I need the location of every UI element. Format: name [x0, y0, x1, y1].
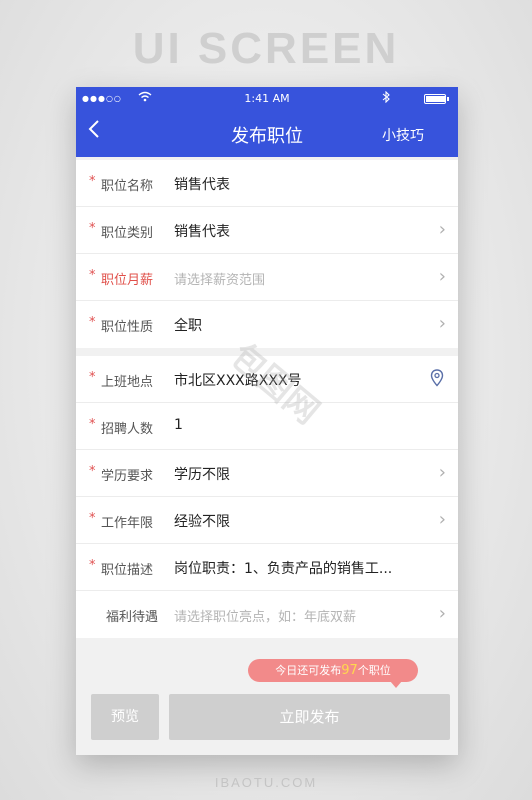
form-row-headcount[interactable]: * 招聘人数 1 [76, 403, 458, 450]
nav-bar: 发布职位 小技巧 [76, 113, 458, 153]
status-bar: ●●●○○ 1:41 AM [76, 90, 458, 107]
form-row-job-nature[interactable]: * 职位性质 全职 › [76, 301, 458, 348]
field-label: 职位描述 [101, 563, 154, 578]
bluetooth-icon [382, 90, 390, 106]
chevron-right-icon: › [438, 266, 446, 287]
field-label: 职位类别 [101, 226, 154, 241]
status-time: 1:41 AM [244, 92, 290, 105]
job-name-input[interactable]: 销售代表 [174, 174, 230, 194]
required-mark: * [89, 464, 96, 479]
headcount-input[interactable]: 1 [174, 417, 183, 433]
work-location-input[interactable]: 市北区XXX路XXX号 [174, 370, 302, 390]
salary-select[interactable]: 请选择薪资范围 [174, 269, 265, 288]
field-label: 工作年限 [101, 516, 154, 531]
required-mark: * [89, 511, 96, 526]
quota-prefix: 今日还可发布 [275, 664, 342, 677]
form-row-experience[interactable]: * 工作年限 经验不限 › [76, 497, 458, 544]
field-label: 职位名称 [101, 179, 154, 194]
benefits-select[interactable]: 请选择职位亮点，如：年底双薪 [174, 606, 356, 625]
field-label: 职位性质 [101, 320, 154, 335]
chevron-right-icon: › [438, 509, 446, 530]
publish-button[interactable]: 立即发布 [169, 694, 450, 740]
tips-button[interactable]: 小技巧 [382, 125, 424, 145]
form-row-job-category[interactable]: * 职位类别 销售代表 › [76, 207, 458, 254]
quota-suffix: 个职位 [357, 664, 391, 677]
background-title: UI SCREEN [132, 24, 400, 73]
form-row-job-name[interactable]: * 职位名称 销售代表 [76, 160, 458, 207]
field-label: 上班地点 [101, 375, 154, 390]
preview-button[interactable]: 预览 [91, 694, 159, 740]
required-mark: * [89, 221, 96, 236]
form-row-education[interactable]: * 学历要求 学历不限 › [76, 450, 458, 497]
required-mark: * [89, 174, 96, 189]
required-mark: * [89, 558, 96, 573]
form-row-monthly-salary[interactable]: * 职位月薪 请选择薪资范围 › [76, 254, 458, 301]
required-mark: * [89, 268, 96, 283]
battery-icon [424, 94, 449, 104]
quota-count: 97 [341, 663, 358, 678]
form-row-work-location[interactable]: * 上班地点 市北区XXX路XXX号 [76, 356, 458, 403]
field-label: 职位月薪 [101, 273, 154, 288]
experience-select[interactable]: 经验不限 [174, 511, 230, 531]
form-row-description[interactable]: * 职位描述 岗位职责：1、负责产品的销售工... [76, 544, 458, 591]
field-label: 福利待遇 [106, 610, 159, 625]
field-label: 学历要求 [101, 469, 154, 484]
field-label: 招聘人数 [101, 422, 154, 437]
required-mark: * [89, 417, 96, 432]
chevron-right-icon: › [438, 462, 446, 483]
chevron-right-icon: › [438, 313, 446, 334]
required-mark: * [89, 370, 96, 385]
education-select[interactable]: 学历不限 [174, 464, 230, 484]
chevron-right-icon: › [438, 219, 446, 240]
job-nature-select[interactable]: 全职 [174, 315, 202, 335]
location-pin-icon[interactable] [430, 369, 444, 391]
phone-screen: ●●●○○ 1:41 AM 发布职位 小技巧 * 职位名称 销售代表 * 职位类… [76, 87, 458, 755]
quota-tooltip: 今日还可发布97个职位 [248, 659, 418, 688]
chevron-right-icon: › [438, 603, 446, 624]
header-bar: ●●●○○ 1:41 AM 发布职位 小技巧 [76, 87, 458, 157]
description-input[interactable]: 岗位职责：1、负责产品的销售工... [174, 558, 392, 578]
form-row-benefits[interactable]: 福利待遇 请选择职位亮点，如：年底双薪 › [76, 591, 458, 638]
background-footer: IBAOTU.COM [214, 775, 318, 790]
job-category-select[interactable]: 销售代表 [174, 221, 230, 241]
required-mark: * [89, 315, 96, 330]
